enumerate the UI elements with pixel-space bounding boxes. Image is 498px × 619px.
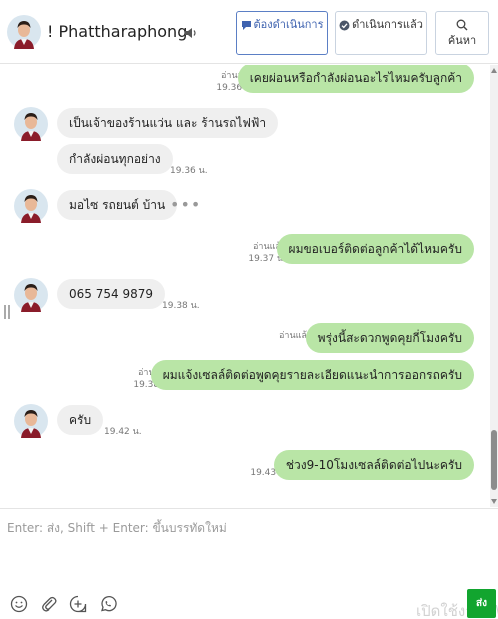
message-bubble-outgoing[interactable]: ผมขอเบอร์ติดต่อลูกค้าได้ไหมครับ [276, 234, 474, 264]
add-circle-icon[interactable] [69, 595, 87, 613]
message-text: กำลังผ่อนทุกอย่าง [69, 152, 161, 166]
paperclip-icon[interactable] [40, 595, 58, 613]
message-text: ผมแจ้งเซลล์ติดต่อพูดคุยรายละเอียดแนะนำกา… [162, 368, 462, 382]
message-list[interactable]: อ่านแล้ว 19.36 น. เคยผ่อนหรือกำลังผ่อนอะ… [0, 65, 490, 507]
message-bubble-outgoing[interactable]: ผมแจ้งเซลล์ติดต่อพูดคุยรายละเอียดแนะนำกา… [150, 360, 474, 390]
message-bubble-incoming[interactable]: กำลังผ่อนทุกอย่าง [57, 144, 173, 174]
speaker-icon[interactable] [184, 26, 198, 40]
avatar[interactable] [14, 107, 48, 141]
message-bubble-outgoing[interactable]: พรุ่งนี้สะดวกพูดคุยกี่โมงครับ [305, 323, 474, 353]
message-input[interactable]: Enter: ส่ง, Shift + Enter: ขึ้นบรรทัดใหม… [7, 519, 227, 538]
message-text: ครับ [69, 413, 92, 427]
avatar[interactable] [14, 189, 48, 223]
chat-header: ! Phattharaphong ต้องดำเนินการ ดำเนินการ… [0, 0, 498, 64]
message-text: เคยผ่อนหรือกำลังผ่อนอะไรไหมครับลูกค้า [249, 71, 462, 85]
message-composer: Enter: ส่ง, Shift + Enter: ขึ้นบรรทัดใหม… [0, 508, 498, 619]
avatar[interactable] [14, 404, 48, 438]
message-text: พรุ่งนี้สะดวกพูดคุยกี่โมงครับ [317, 331, 462, 345]
message-bubble-outgoing[interactable]: ช่วง9-10โมงเซลล์ติดต่อไปนะครับ [273, 450, 474, 480]
message-time: 19.42 น. [104, 427, 142, 437]
done-button[interactable]: ดำเนินการแล้ว [335, 11, 427, 55]
chat-bubble-icon [241, 20, 251, 30]
send-button[interactable]: ส่ง [467, 589, 496, 618]
scroll-down-arrow[interactable] [491, 499, 497, 504]
message-text: 065 754 9879 [69, 287, 153, 301]
message-text: มอไซ รถยนต์ บ้าน [69, 198, 166, 212]
message-time: 19.36 น. [170, 166, 208, 176]
check-circle-icon [339, 20, 350, 30]
message-bubble-incoming[interactable]: ครับ [57, 405, 104, 435]
whatsapp-icon[interactable] [99, 595, 117, 613]
message-more-button[interactable]: ••• [170, 195, 201, 214]
message-bubble-incoming[interactable]: 065 754 9879 [57, 279, 165, 309]
search-icon [456, 19, 468, 31]
avatar[interactable] [14, 278, 48, 312]
contact-name: ! Phattharaphong [47, 22, 188, 41]
todo-button[interactable]: ต้องดำเนินการ [236, 11, 328, 55]
message-text: เป็นเจ้าของร้านแว่น และ ร้านรถไฟฟ้า [69, 116, 267, 130]
todo-button-label: ต้องดำเนินการ [253, 18, 324, 31]
resize-handle[interactable] [4, 305, 10, 319]
scrollbar-thumb[interactable] [491, 430, 497, 490]
search-button-label: ค้นหา [447, 34, 477, 47]
message-bubble-incoming[interactable]: มอไซ รถยนต์ บ้าน [57, 190, 178, 220]
contact-avatar[interactable] [7, 15, 41, 49]
chat-scrollbar[interactable] [490, 65, 498, 507]
message-bubble-incoming[interactable]: เป็นเจ้าของร้านแว่น และ ร้านรถไฟฟ้า [57, 108, 279, 138]
message-text: ช่วง9-10โมงเซลล์ติดต่อไปนะครับ [285, 458, 462, 472]
message-text: ผมขอเบอร์ติดต่อลูกค้าได้ไหมครับ [288, 242, 462, 256]
done-button-label: ดำเนินการแล้ว [352, 18, 423, 31]
message-time: 19.38 น. [162, 301, 200, 311]
message-bubble-outgoing[interactable]: เคยผ่อนหรือกำลังผ่อนอะไรไหมครับลูกค้า [237, 65, 474, 93]
emoji-icon[interactable] [10, 595, 28, 613]
search-button[interactable]: ค้นหา [435, 11, 489, 55]
scroll-up-arrow[interactable] [491, 68, 497, 73]
